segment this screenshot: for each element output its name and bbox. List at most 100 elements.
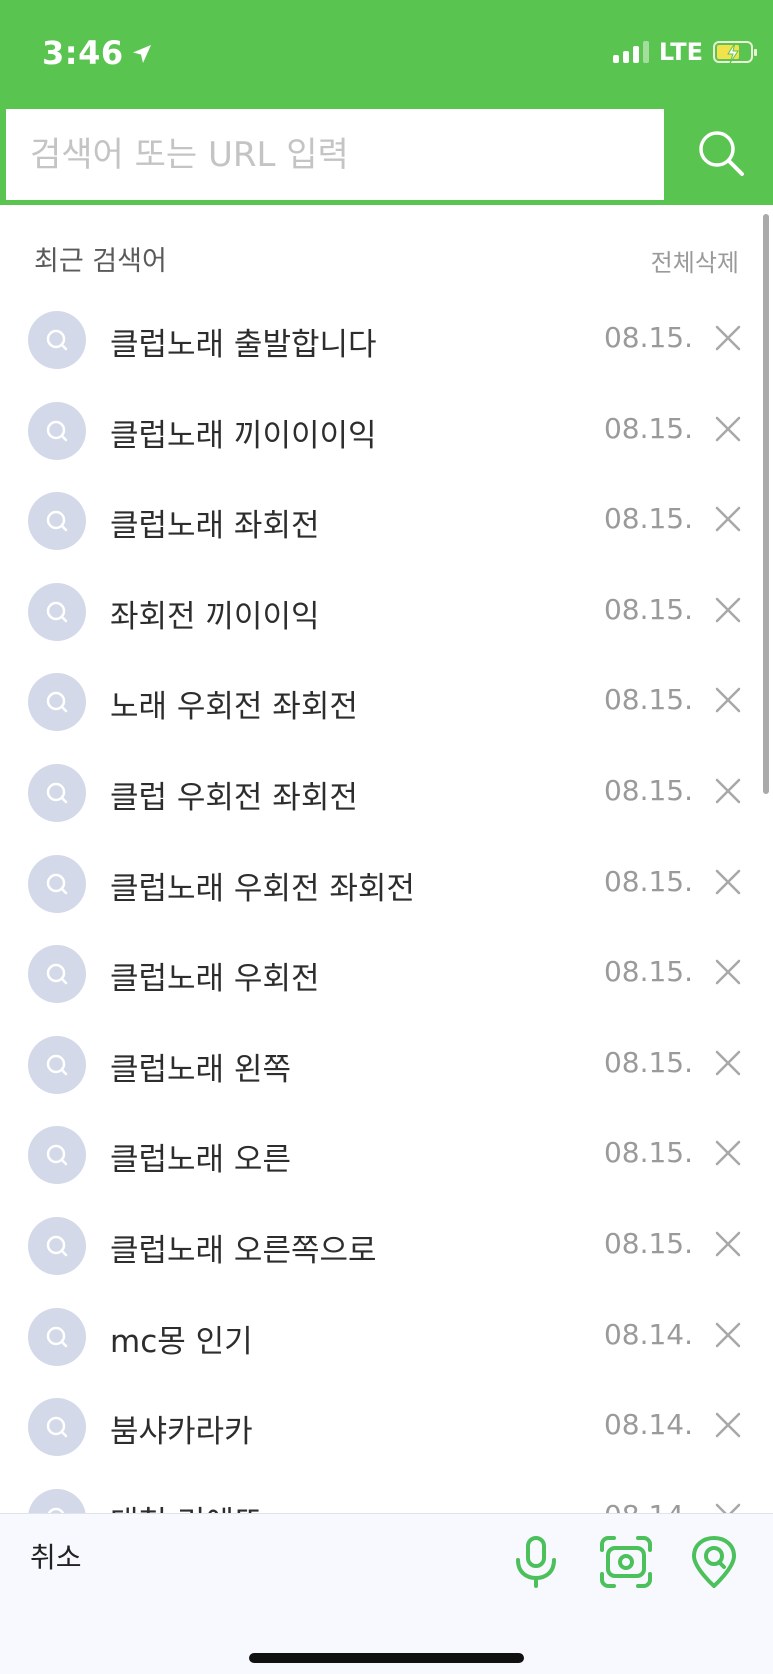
signal-icon bbox=[612, 41, 649, 63]
recent-search-item[interactable]: 클럽노래 출발합니다 08.15. bbox=[0, 295, 773, 386]
status-indicators: LTE bbox=[612, 38, 757, 66]
remove-item-button[interactable] bbox=[713, 1229, 743, 1259]
location-pin-icon bbox=[692, 1536, 736, 1588]
recent-query-text: 클럽노래 오른쪽으로 bbox=[110, 1232, 377, 1269]
recent-query-date: 08.15. bbox=[603, 411, 693, 445]
close-icon bbox=[715, 959, 741, 985]
history-search-icon bbox=[28, 763, 86, 822]
search-button[interactable] bbox=[690, 122, 752, 184]
recent-query-date: 08.15. bbox=[603, 1226, 693, 1260]
cancel-button[interactable]: 취소 bbox=[30, 1536, 82, 1576]
remove-item-button[interactable] bbox=[713, 1138, 743, 1168]
history-search-icon bbox=[28, 311, 86, 369]
time-text: 3:46 bbox=[42, 34, 124, 72]
close-icon bbox=[715, 1322, 741, 1347]
camera-lens-icon bbox=[600, 1536, 652, 1588]
recent-query-date: 08.14. bbox=[603, 1317, 693, 1351]
recent-query-date: 08.15. bbox=[603, 1136, 693, 1170]
recent-query-date: 08.15. bbox=[603, 592, 693, 626]
recent-search-item[interactable]: 클럽노래 좌회전 08.15. bbox=[0, 476, 773, 567]
recent-search-item[interactable]: 클럽 우회전 좌회전 08.15. bbox=[0, 748, 773, 839]
history-search-icon bbox=[28, 1035, 86, 1094]
recent-query-text: 노래 우회전 좌회전 bbox=[110, 689, 358, 726]
remove-item-button[interactable] bbox=[713, 1320, 743, 1350]
remove-item-button[interactable] bbox=[713, 1410, 743, 1440]
recent-query-date: 08.15. bbox=[603, 683, 693, 717]
close-icon bbox=[715, 1412, 741, 1438]
recent-query-text: 클럽 우회전 좌회전 bbox=[110, 779, 358, 816]
remove-item-button[interactable] bbox=[713, 595, 743, 625]
recent-query-text: 좌회전 끼이이익 bbox=[110, 598, 320, 635]
voice-search-button[interactable] bbox=[508, 1534, 564, 1590]
history-search-icon bbox=[28, 401, 86, 460]
close-icon bbox=[715, 416, 741, 441]
recent-query-date: 08.15. bbox=[603, 773, 693, 807]
recent-query-date: 08.15. bbox=[603, 502, 693, 536]
network-type: LTE bbox=[658, 38, 703, 66]
recent-title: 최근 검색어 bbox=[34, 246, 167, 277]
recent-search-item[interactable]: 클럽노래 우회전 좌회전 08.15. bbox=[0, 839, 773, 930]
recent-search-item[interactable]: 클럽노래 끼이이이익 08.15. bbox=[0, 386, 773, 477]
lens-search-button[interactable] bbox=[598, 1534, 654, 1590]
clear-all-button[interactable]: 전체삭제 bbox=[651, 243, 739, 278]
status-time: 3:46 bbox=[42, 34, 152, 72]
scrollbar[interactable] bbox=[763, 214, 769, 794]
recent-query-text: mc몽 인기 bbox=[110, 1323, 253, 1360]
home-indicator[interactable] bbox=[249, 1653, 524, 1663]
recent-query-date: 08.15. bbox=[603, 1045, 693, 1079]
close-icon bbox=[715, 597, 741, 623]
recent-search-item[interactable]: 대청 리에또 08.14. bbox=[0, 1473, 773, 1513]
close-icon bbox=[715, 778, 741, 804]
search-icon bbox=[699, 131, 744, 176]
recent-query-text: 클럽노래 왼쪽 bbox=[110, 1051, 291, 1088]
close-icon bbox=[715, 1503, 741, 1513]
remove-item-button[interactable] bbox=[713, 1501, 743, 1513]
place-search-button[interactable] bbox=[686, 1534, 742, 1590]
microphone-icon bbox=[516, 1536, 556, 1588]
recent-search-item[interactable]: 클럽노래 오른 08.15. bbox=[0, 1110, 773, 1201]
recent-query-date: 08.14. bbox=[604, 1499, 693, 1513]
remove-item-button[interactable] bbox=[713, 414, 743, 444]
recent-search-item[interactable]: 노래 우회전 좌회전 08.15. bbox=[0, 657, 773, 748]
search-input[interactable] bbox=[6, 109, 664, 200]
header: 3:46 LTE bbox=[0, 0, 773, 205]
status-bar: 3:46 LTE bbox=[0, 0, 773, 110]
recent-searches: 최근 검색어 전체삭제 클럽노래 출발합니다 08.15. 클럽노래 끼이이이익 08… bbox=[0, 205, 773, 1513]
remove-item-button[interactable] bbox=[713, 776, 743, 806]
history-search-icon bbox=[28, 1488, 86, 1513]
recent-search-item[interactable]: 클럽노래 우회전 08.15. bbox=[0, 929, 773, 1020]
remove-item-button[interactable] bbox=[713, 323, 743, 353]
recent-search-item[interactable]: 클럽노래 오른쪽으로 08.15. bbox=[0, 1201, 773, 1292]
recent-search-item[interactable]: 좌회전 끼이이익 08.15. bbox=[0, 567, 773, 658]
recent-query-text: 클럽노래 끼이이이익 bbox=[110, 417, 377, 454]
recent-query-text: 클럽노래 좌회전 bbox=[110, 508, 320, 545]
recent-query-text: 클럽노래 우회전 좌회전 bbox=[110, 870, 415, 907]
recent-search-item[interactable]: 클럽노래 왼쪽 08.15. bbox=[0, 1020, 773, 1111]
recent-query-date: 08.15. bbox=[603, 321, 693, 354]
close-icon bbox=[715, 1141, 741, 1166]
recent-search-item[interactable]: 붐샤카라카 08.14. bbox=[0, 1382, 773, 1473]
history-search-icon bbox=[28, 582, 86, 641]
battery-icon bbox=[713, 41, 757, 64]
remove-item-button[interactable] bbox=[713, 867, 743, 897]
recent-list: 클럽노래 출발합니다 08.15. 클럽노래 끼이이이익 08.15. 클럽노래 좌회전… bbox=[0, 295, 773, 1513]
close-icon bbox=[715, 688, 741, 713]
history-search-icon bbox=[28, 1216, 86, 1275]
recent-header: 최근 검색어 전체삭제 bbox=[0, 205, 773, 295]
history-search-icon bbox=[28, 1126, 86, 1185]
close-icon bbox=[715, 506, 741, 532]
recent-search-item[interactable]: mc몽 인기 08.14. bbox=[0, 1292, 773, 1383]
history-search-icon bbox=[28, 854, 86, 913]
history-search-icon bbox=[28, 1398, 86, 1457]
remove-item-button[interactable] bbox=[713, 685, 743, 715]
recent-query-date: 08.15. bbox=[603, 955, 693, 989]
location-arrow-icon bbox=[132, 34, 152, 72]
remove-item-button[interactable] bbox=[713, 504, 743, 534]
recent-query-date: 08.15. bbox=[603, 864, 693, 898]
history-search-icon bbox=[28, 945, 86, 1004]
remove-item-button[interactable] bbox=[713, 957, 743, 987]
remove-item-button[interactable] bbox=[713, 1048, 743, 1078]
close-icon bbox=[715, 869, 741, 894]
bottom-toolbar: 취소 bbox=[0, 1513, 773, 1674]
close-icon bbox=[715, 325, 741, 351]
